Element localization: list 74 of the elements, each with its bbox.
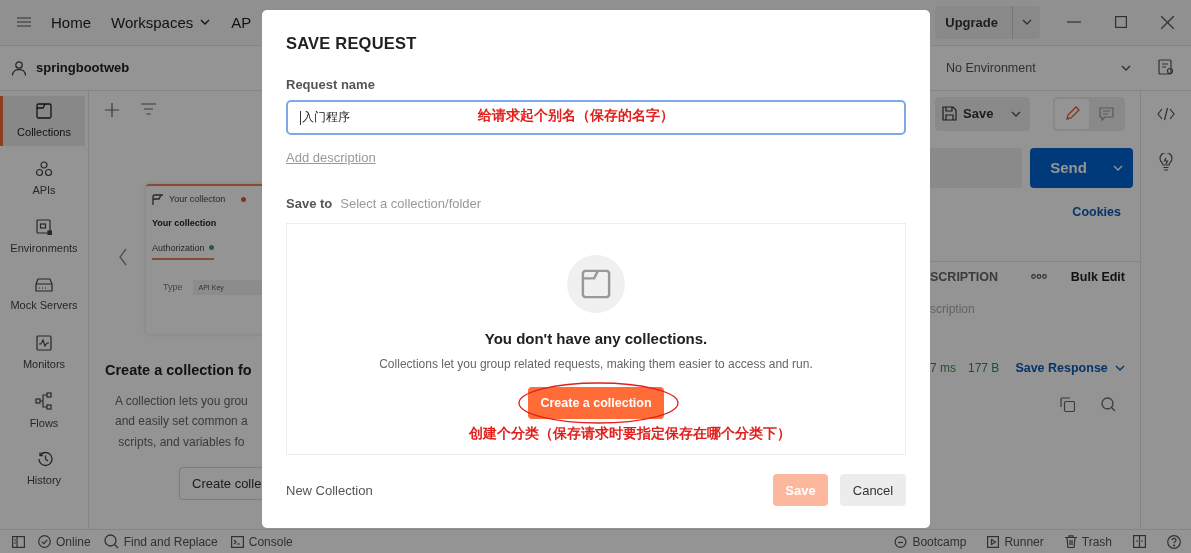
sidebar-item[interactable]: Environments [0, 211, 85, 262]
empty-state-heading: You don't have any collections. [484, 330, 708, 347]
play-icon [987, 535, 1000, 548]
preview-tab-title: Your collecton [169, 194, 226, 205]
sidebar-item[interactable]: Collections [0, 95, 85, 146]
environment-icon [36, 219, 52, 236]
online-icon [38, 535, 51, 549]
workspace-name: springbootweb [36, 60, 130, 76]
search-icon [103, 534, 119, 550]
create-collection-button[interactable]: Create a collection [528, 387, 664, 419]
status-bar-item[interactable]: Bootcamp [888, 534, 967, 549]
lightbulb-icon[interactable] [1157, 152, 1175, 171]
nav-menu[interactable]: Home [51, 13, 91, 31]
status-bar-item[interactable]: Runner [981, 534, 1044, 549]
sidebar-item[interactable]: Monitors [0, 327, 85, 378]
bulk-edit-link[interactable]: Bulk Edit [1070, 269, 1125, 284]
nav-menu[interactable]: AP [231, 13, 252, 31]
chevron-left-icon[interactable] [118, 247, 128, 266]
environment-dropdown[interactable]: No Environment [942, 60, 1144, 75]
column-header: SCRIPTION [930, 269, 999, 284]
empty-state-text: A collection lets you grou and easily set common a scripts, and variables fo [115, 392, 248, 451]
monitor-icon [36, 335, 52, 352]
save-icon [942, 106, 957, 122]
console-icon [230, 535, 244, 548]
annotation-text: 给请求起个别名（保存的名字） [478, 107, 674, 125]
flow-icon [35, 392, 53, 411]
empty-state-heading: Create a collection fo [105, 361, 252, 378]
status-bar-item[interactable]: Online [38, 534, 91, 550]
field-label: Request name [286, 77, 376, 92]
cookies-link[interactable]: Cookies [1072, 204, 1121, 219]
server-icon [35, 278, 53, 293]
menu-icon[interactable] [17, 17, 31, 28]
empty-state-text: Collections let you group related requests, making them easier to access and run. [379, 357, 813, 371]
sidebar-item[interactable]: Mock Servers [0, 269, 85, 320]
field-label: Save to [286, 196, 333, 211]
response-time: 7 ms [930, 360, 956, 375]
unsaved-dot [241, 196, 247, 202]
url-field[interactable] [930, 147, 1022, 188]
save-button[interactable]: Save [935, 96, 1030, 131]
layout-icon[interactable] [1133, 534, 1146, 549]
preview-label: Type [163, 282, 183, 293]
annotation-text: 创建个分类（保存请求时要指定保存在哪个分类下） [469, 425, 791, 443]
help-icon[interactable] [1167, 534, 1181, 549]
create-collection-button[interactable]: Create colle [179, 466, 263, 500]
sidebar-item[interactable]: Flows [0, 385, 85, 436]
status-bar-item[interactable]: Console [230, 534, 293, 550]
pencil-icon[interactable] [1055, 98, 1089, 129]
save-response-button[interactable]: Save Response [1015, 360, 1126, 375]
status-bar-item[interactable]: Find and Replace [103, 534, 218, 550]
status-dot [208, 245, 214, 251]
more-icon[interactable] [1030, 274, 1047, 280]
new-collection-link[interactable]: New Collection [286, 482, 373, 498]
environment-quick-look-icon[interactable] [1158, 59, 1175, 77]
preview-tab-label: Authorization [152, 242, 205, 253]
dialog-title: SAVE REQUEST [286, 34, 418, 53]
sidebar-toggle-icon[interactable] [12, 534, 25, 550]
cancel-button[interactable]: Cancel [840, 474, 906, 506]
trash-icon [1064, 535, 1077, 549]
circles-icon [35, 161, 53, 178]
sidebar-item[interactable]: History [0, 443, 85, 494]
search-icon[interactable] [1101, 396, 1116, 412]
preview-heading: Your collection [151, 216, 218, 230]
sidebar-item[interactable]: APIs [0, 153, 85, 204]
user-icon [11, 59, 27, 76]
collection-path-field[interactable]: Select a collection/folder [340, 196, 482, 211]
nav-menu[interactable]: Workspaces [111, 13, 212, 31]
history-icon [35, 451, 53, 468]
code-icon[interactable] [1157, 106, 1175, 121]
status-bar-item[interactable]: Trash [1058, 534, 1112, 549]
add-icon[interactable] [105, 102, 119, 117]
response-size: 177 B [968, 360, 1000, 375]
send-button[interactable]: Send [1030, 147, 1133, 188]
add-description-link[interactable]: Add description [286, 150, 376, 165]
copy-icon[interactable] [1060, 396, 1075, 412]
